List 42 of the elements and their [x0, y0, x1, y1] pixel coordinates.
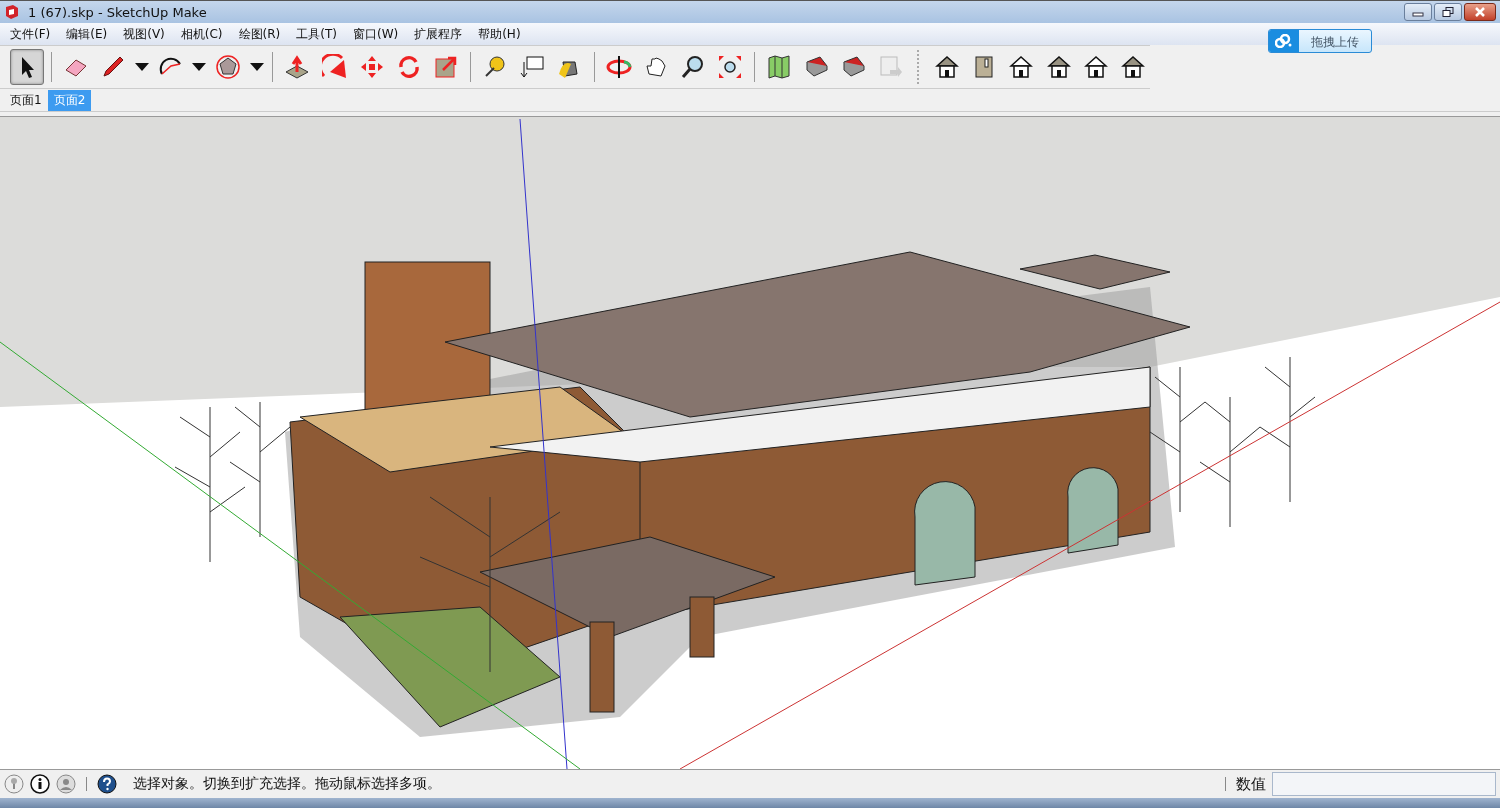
menu-item[interactable]: 相机(C) [172, 25, 231, 43]
model-viewport[interactable] [0, 116, 1500, 770]
map-icon [766, 54, 793, 80]
close-button[interactable] [1464, 3, 1496, 21]
menu-item[interactable]: 编辑(E) [58, 25, 116, 43]
caret-icon [192, 63, 207, 71]
window-title: 1 (67).skp - SketchUp Make [28, 4, 207, 20]
zoom-extents-icon [717, 54, 744, 80]
push-pull-icon [284, 54, 311, 80]
polygon-icon [215, 54, 242, 80]
user-icon[interactable] [56, 774, 76, 794]
menu-item[interactable]: 扩展程序 [406, 25, 471, 43]
orbit-icon [605, 54, 632, 80]
tool-button[interactable] [10, 49, 45, 85]
caret-icon [249, 63, 264, 71]
follow-me-icon [321, 54, 348, 80]
restore-icon [1442, 7, 1454, 17]
geo-location-icon[interactable] [4, 774, 24, 794]
menu-item[interactable]: 帮助(H) [470, 25, 529, 43]
text-label-icon [519, 54, 546, 80]
house-icon [1120, 54, 1147, 80]
help-icon[interactable] [97, 774, 117, 794]
house-icon [934, 54, 961, 80]
house-icon [1082, 54, 1109, 80]
house-icon [1008, 54, 1035, 80]
restore-button[interactable] [1434, 3, 1462, 21]
caret-icon [135, 63, 150, 71]
app-logo-icon [4, 4, 20, 20]
menu-item[interactable]: 窗口(W) [344, 25, 407, 43]
menu-item[interactable]: 视图(V) [115, 25, 173, 43]
house-icon [1045, 54, 1072, 80]
menu-item[interactable]: 工具(T) [288, 25, 345, 43]
menu-item[interactable]: 文件(F) [2, 25, 59, 43]
measurements-label: 数值 [1236, 774, 1266, 794]
measurements-field[interactable] [1272, 772, 1496, 796]
close-icon [1474, 7, 1486, 17]
cloud-link-icon [1275, 34, 1293, 48]
menu-item[interactable]: 绘图(R) [230, 25, 289, 43]
scene-tab[interactable]: 页面1 [4, 90, 48, 111]
info-icon[interactable] [30, 774, 50, 794]
status-message: 选择对象。切换到扩充选择。拖动鼠标选择多项。 [133, 775, 442, 793]
upload-button[interactable]: 拖拽上传 [1268, 29, 1372, 53]
